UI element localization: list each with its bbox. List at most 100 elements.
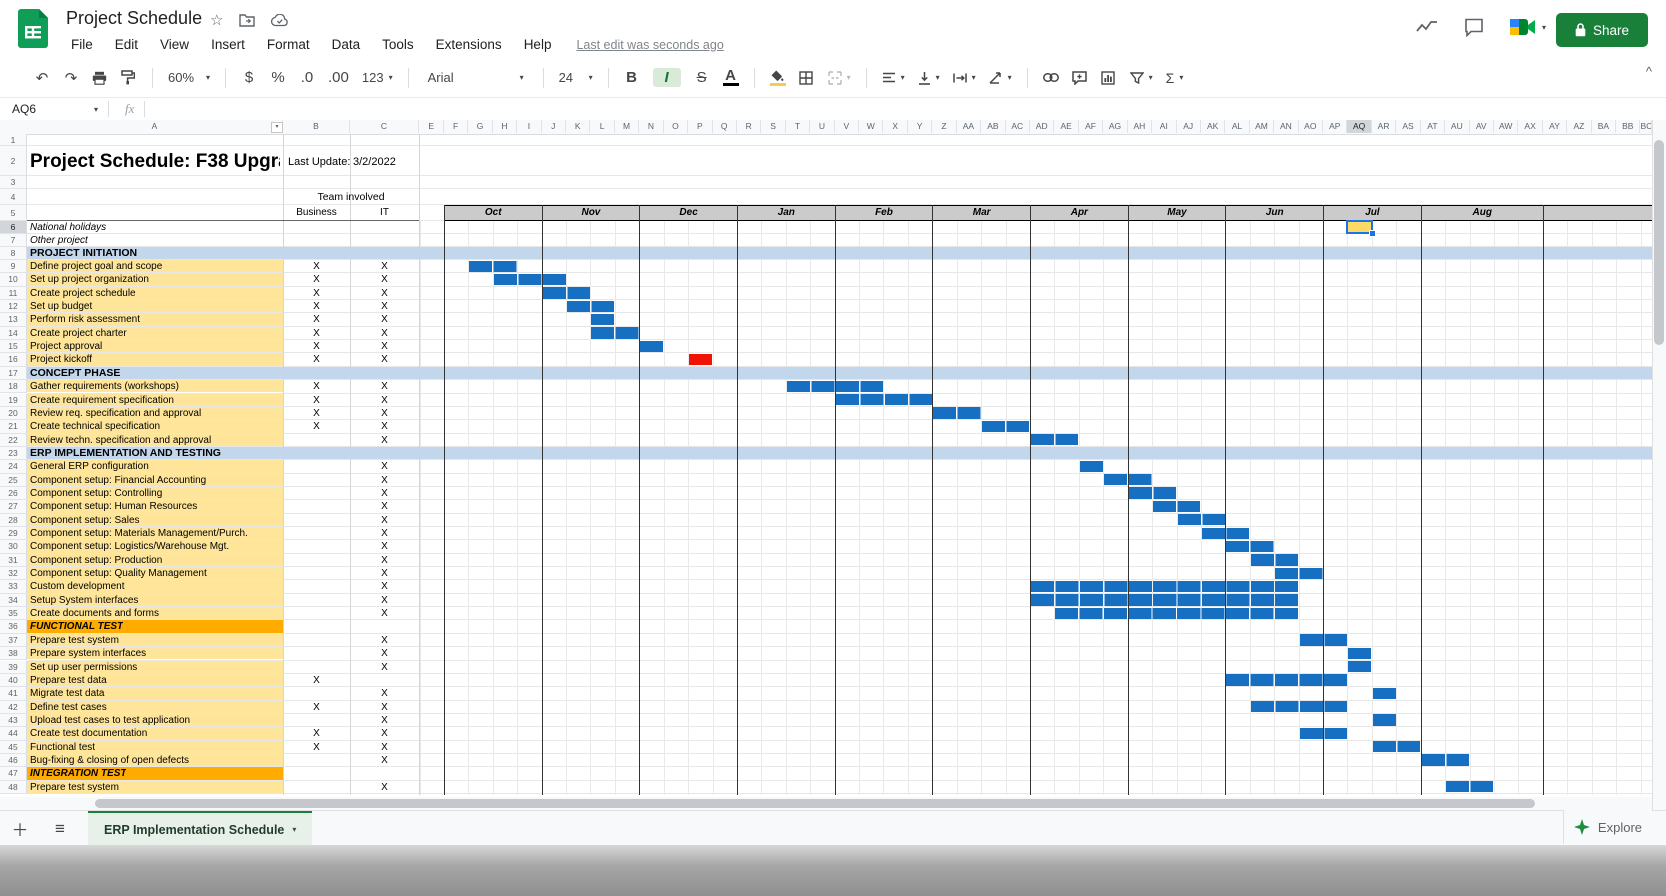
row-header-6[interactable]: 6 — [0, 221, 27, 234]
row-header-16[interactable]: 16 — [0, 353, 27, 366]
gantt-bar[interactable] — [1055, 608, 1298, 619]
legend-label[interactable]: Other project — [30, 234, 88, 247]
row-header-45[interactable]: 45 — [0, 741, 27, 754]
column-header-T[interactable]: T — [786, 120, 810, 133]
row-header-38[interactable]: 38 — [0, 647, 27, 660]
document-title[interactable]: Project Schedule — [66, 8, 202, 29]
column-header-K[interactable]: K — [566, 120, 590, 133]
column-header-AD[interactable]: AD — [1030, 120, 1054, 133]
row-header-4[interactable]: 4 — [0, 189, 27, 205]
column-header-O[interactable]: O — [664, 120, 688, 133]
undo-button[interactable]: ↶ — [34, 69, 50, 87]
column-header-AQ[interactable]: AQ — [1347, 120, 1371, 133]
gantt-bar[interactable] — [836, 394, 932, 405]
last-update-label-cell[interactable]: Last Update: — [288, 152, 350, 172]
column-header-AS[interactable]: AS — [1396, 120, 1420, 133]
gantt-bar[interactable] — [1129, 487, 1176, 498]
zoom-select[interactable]: 60%▾ — [168, 70, 210, 85]
row-header-39[interactable]: 39 — [0, 661, 27, 674]
horizontal-scrollbar-thumb[interactable] — [95, 799, 1535, 808]
gantt-bar[interactable] — [1153, 501, 1200, 512]
row-header-25[interactable]: 25 — [0, 474, 27, 487]
all-sheets-button[interactable]: ≡ — [40, 819, 80, 839]
cloud-saved-icon[interactable] — [271, 14, 289, 27]
move-folder-icon[interactable] — [239, 14, 255, 27]
gantt-bar[interactable] — [1226, 541, 1273, 552]
gantt-bar[interactable] — [1251, 701, 1347, 712]
column-header-AW[interactable]: AW — [1494, 120, 1518, 133]
vertical-scrollbar-thumb[interactable] — [1654, 140, 1664, 345]
row-header-3[interactable]: 3 — [0, 176, 27, 189]
menu-file[interactable]: File — [64, 34, 100, 55]
column-header-AJ[interactable]: AJ — [1177, 120, 1201, 133]
insert-comment-button[interactable] — [1072, 71, 1088, 85]
decrease-decimals-button[interactable]: .0 — [299, 69, 315, 86]
row-header-21[interactable]: 21 — [0, 420, 27, 433]
row-header-22[interactable]: 22 — [0, 434, 27, 447]
column-header-AI[interactable]: AI — [1152, 120, 1176, 133]
gantt-bar[interactable] — [1348, 648, 1371, 659]
column-header-AM[interactable]: AM — [1250, 120, 1274, 133]
row-header-5[interactable]: 5 — [0, 205, 27, 221]
column-header-AV[interactable]: AV — [1470, 120, 1494, 133]
sheets-logo-icon[interactable] — [18, 9, 48, 49]
gantt-bar[interactable] — [591, 327, 638, 338]
row-header-20[interactable]: 20 — [0, 407, 27, 420]
font-size-select[interactable]: 24▾ — [559, 70, 593, 85]
column-header-S[interactable]: S — [761, 120, 785, 133]
row-header-18[interactable]: 18 — [0, 380, 27, 393]
fill-color-button[interactable] — [770, 70, 786, 86]
gantt-bar[interactable] — [1226, 674, 1347, 685]
row-header-19[interactable]: 19 — [0, 394, 27, 407]
column-header-AE[interactable]: AE — [1054, 120, 1078, 133]
gantt-bar[interactable] — [1031, 581, 1298, 592]
row-header-42[interactable]: 42 — [0, 701, 27, 714]
gantt-bar[interactable] — [1031, 434, 1078, 445]
insert-link-button[interactable] — [1043, 73, 1059, 82]
functions-button[interactable]: Σ▾ — [1166, 70, 1184, 86]
menu-format[interactable]: Format — [260, 34, 317, 55]
gantt-bar[interactable] — [1275, 568, 1322, 579]
bold-button[interactable]: B — [624, 69, 640, 86]
row-header-36[interactable]: 36 — [0, 620, 27, 633]
row-header-24[interactable]: 24 — [0, 460, 27, 473]
sheet-title-cell[interactable]: Project Schedule: F38 Upgrade — [30, 148, 280, 176]
row-header-26[interactable]: 26 — [0, 487, 27, 500]
number-format-button[interactable]: 123▾ — [362, 70, 393, 85]
redo-button[interactable]: ↷ — [63, 69, 79, 87]
column-header-AZ[interactable]: AZ — [1567, 120, 1591, 133]
row-header-41[interactable]: 41 — [0, 687, 27, 700]
column-header-B[interactable]: B — [283, 120, 350, 133]
horizontal-align-button[interactable]: ▾ — [882, 72, 905, 84]
row-header-29[interactable]: 29 — [0, 527, 27, 540]
column-header-C[interactable]: C — [350, 120, 419, 133]
merge-cells-button[interactable]: ▾ — [828, 71, 851, 85]
gantt-bar[interactable] — [469, 261, 516, 272]
row-header-27[interactable]: 27 — [0, 500, 27, 513]
column-header-AL[interactable]: AL — [1225, 120, 1249, 133]
star-icon[interactable]: ☆ — [210, 11, 223, 29]
column-header-AG[interactable]: AG — [1103, 120, 1127, 133]
column-header-L[interactable]: L — [590, 120, 614, 133]
menu-view[interactable]: View — [153, 34, 196, 55]
sheet-tab-caret-icon[interactable]: ▾ — [292, 825, 296, 834]
column-header-M[interactable]: M — [615, 120, 639, 133]
column-header-AR[interactable]: AR — [1372, 120, 1396, 133]
column-header-W[interactable]: W — [859, 120, 883, 133]
strikethrough-button[interactable]: S — [694, 69, 710, 86]
row-header-9[interactable]: 9 — [0, 260, 27, 273]
row-header-44[interactable]: 44 — [0, 727, 27, 740]
row-header-40[interactable]: 40 — [0, 674, 27, 687]
gantt-bar[interactable] — [1373, 688, 1396, 699]
column-header-X[interactable]: X — [883, 120, 907, 133]
column-header-Q[interactable]: Q — [713, 120, 737, 133]
column-header-N[interactable]: N — [639, 120, 663, 133]
column-header-E[interactable]: E — [420, 120, 444, 133]
column-header-F[interactable]: F — [444, 120, 468, 133]
row-header-34[interactable]: 34 — [0, 594, 27, 607]
column-header-J[interactable]: J — [542, 120, 566, 133]
column-header-AP[interactable]: AP — [1323, 120, 1347, 133]
gantt-bar[interactable] — [567, 301, 614, 312]
share-button[interactable]: Share — [1556, 13, 1648, 47]
column-header-A[interactable]: A — [27, 120, 283, 133]
